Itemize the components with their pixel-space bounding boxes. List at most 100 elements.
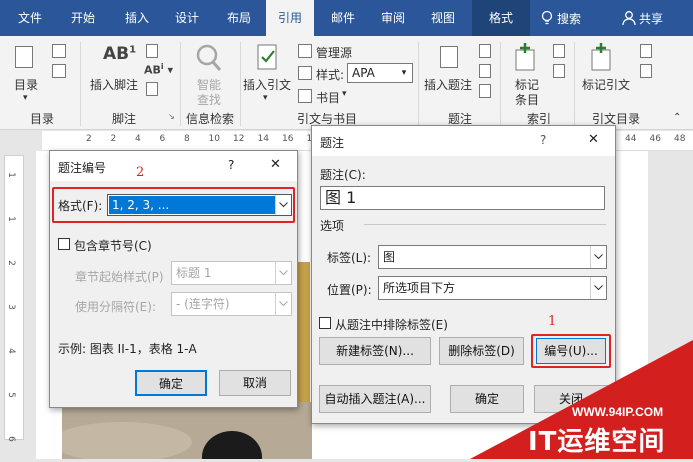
tab-view[interactable]: 视图 bbox=[420, 0, 466, 36]
ruler-tick-label: 48 bbox=[674, 134, 686, 144]
chapter-style-select[interactable]: 标题 1 bbox=[171, 261, 292, 285]
footnote-ab: AB bbox=[103, 44, 130, 64]
next-footnote-button[interactable]: ABi ▾ bbox=[144, 62, 173, 77]
ruler-tick-label: 6 bbox=[159, 134, 166, 144]
insert-table-of-authorities-icon[interactable] bbox=[640, 44, 652, 58]
caption-dialog-title: 题注 bbox=[320, 136, 345, 150]
bibliography-dropdown-icon[interactable]: ▾ bbox=[342, 89, 347, 99]
caption-input[interactable]: 图 1 bbox=[320, 186, 605, 210]
tab-layout[interactable]: 布局 bbox=[216, 0, 262, 36]
format-label: 格式(F): bbox=[58, 199, 103, 213]
update-index-icon[interactable] bbox=[553, 64, 565, 78]
chevron-down-icon[interactable] bbox=[275, 195, 291, 215]
position-select[interactable]: 所选项目下方 bbox=[378, 276, 607, 300]
watermark-url: WWW.94IP.COM bbox=[572, 405, 664, 419]
divider bbox=[80, 42, 81, 126]
insert-citation-button[interactable]: 插入引文 bbox=[243, 76, 291, 93]
help-button[interactable]: ? bbox=[228, 158, 234, 172]
ruler-tick-label: 10 bbox=[208, 134, 220, 144]
search-box[interactable]: 搜索 bbox=[540, 0, 581, 36]
autocaption-button[interactable]: 自动插入题注(A)... bbox=[319, 385, 431, 413]
tab-references[interactable]: 引用 bbox=[266, 0, 314, 36]
insert-index-icon[interactable] bbox=[553, 44, 565, 58]
search-label: 搜索 bbox=[557, 11, 582, 26]
smart-lookup-icon bbox=[196, 44, 222, 71]
insert-footnote-button[interactable]: 插入脚注 bbox=[90, 76, 138, 93]
vruler-tick-label: 2 bbox=[5, 260, 16, 266]
toc-button[interactable]: 目录 bbox=[14, 76, 38, 93]
manage-sources-icon bbox=[298, 44, 312, 58]
tab-file[interactable]: 文件 bbox=[8, 0, 52, 36]
mark-entry-button-line2: 条目 bbox=[515, 93, 540, 107]
bibliography-button[interactable]: 书目 bbox=[316, 89, 340, 106]
cross-reference-icon[interactable] bbox=[479, 84, 491, 98]
new-label-button[interactable]: 新建标签(N)... bbox=[319, 337, 431, 365]
insert-caption-icon bbox=[440, 46, 458, 68]
update-table-icon[interactable] bbox=[640, 64, 652, 78]
chevron-down-icon[interactable] bbox=[275, 293, 291, 315]
options-label: 选项 bbox=[320, 219, 345, 233]
mark-entry-icon bbox=[515, 43, 535, 71]
step-number-2: 2 bbox=[136, 165, 145, 180]
chevron-down-icon[interactable] bbox=[590, 246, 606, 268]
separator-label: 使用分隔符(E): bbox=[75, 300, 156, 314]
format-select[interactable]: 1, 2, 3, ... bbox=[107, 194, 292, 216]
tab-home[interactable]: 开始 bbox=[60, 0, 106, 36]
tab-insert[interactable]: 插入 bbox=[114, 0, 160, 36]
smart-lookup-button-line2: 查找 bbox=[197, 93, 222, 107]
include-chapter-checkbox[interactable] bbox=[58, 238, 70, 250]
style-label: 样式: bbox=[316, 68, 345, 82]
collapse-ribbon-icon[interactable]: ⌃ bbox=[673, 112, 681, 123]
insert-endnote-icon[interactable] bbox=[146, 44, 158, 58]
divider bbox=[574, 42, 575, 126]
toc-icon bbox=[15, 46, 33, 68]
tab-design[interactable]: 设计 bbox=[164, 0, 210, 36]
insert-table-of-figures-icon[interactable] bbox=[479, 44, 491, 58]
tab-review[interactable]: 审阅 bbox=[370, 0, 416, 36]
lightbulb-icon bbox=[541, 10, 553, 25]
mark-citation-icon bbox=[591, 43, 611, 71]
close-icon[interactable]: ✕ bbox=[588, 132, 599, 147]
tab-format[interactable]: 格式 bbox=[472, 0, 530, 36]
separator-select[interactable]: - (连字符) bbox=[171, 292, 292, 316]
close-icon[interactable]: ✕ bbox=[270, 157, 281, 172]
update-table-icon[interactable] bbox=[479, 64, 491, 78]
update-table-icon[interactable] bbox=[52, 64, 66, 78]
insert-footnote-icon: AB1 bbox=[103, 44, 136, 64]
exclude-label-checkbox[interactable] bbox=[319, 317, 331, 329]
vruler-tick-label: 3 bbox=[5, 304, 16, 310]
mark-citation-button[interactable]: 标记引文 bbox=[582, 76, 630, 93]
citation-style-select[interactable]: APA ▾ bbox=[347, 63, 413, 83]
chevron-down-icon: ▾ bbox=[401, 68, 407, 78]
help-button[interactable]: ? bbox=[540, 133, 546, 147]
document-image-bottom[interactable] bbox=[52, 402, 312, 462]
chevron-down-icon[interactable] bbox=[275, 262, 291, 284]
ruler-tick-label: 2 bbox=[86, 134, 92, 144]
show-notes-icon[interactable] bbox=[146, 82, 158, 96]
toc-dropdown-icon[interactable]: ▾ bbox=[23, 93, 28, 103]
vruler-tick-label: 1 bbox=[5, 216, 16, 222]
tab-mailings[interactable]: 邮件 bbox=[320, 0, 366, 36]
include-chapter-label: 包含章节号(C) bbox=[74, 239, 152, 253]
share-button[interactable]: 共享 bbox=[622, 0, 663, 36]
ruler-tick-label: 44 bbox=[625, 134, 637, 144]
position-select-value: 所选项目下方 bbox=[383, 281, 456, 295]
footnote-sup: 1 bbox=[129, 44, 137, 56]
label-select[interactable]: 图 bbox=[378, 245, 607, 269]
cancel-button[interactable]: 取消 bbox=[219, 370, 291, 396]
ok-button[interactable]: 确定 bbox=[135, 370, 207, 396]
document-image[interactable] bbox=[298, 262, 310, 402]
insert-citation-dropdown-icon[interactable]: ▾ bbox=[263, 93, 268, 103]
caption-dialog-titlebar bbox=[312, 126, 615, 156]
person-icon bbox=[622, 11, 636, 26]
chevron-down-icon[interactable] bbox=[590, 277, 606, 299]
group-label-research: 信息检索 bbox=[186, 112, 235, 126]
next-footnote-ab: AB bbox=[144, 63, 161, 77]
ruler-tick-label: 4 bbox=[135, 134, 141, 144]
insert-caption-button[interactable]: 插入题注 bbox=[424, 76, 472, 93]
dialog-launcher-icon[interactable]: ↘ bbox=[168, 112, 175, 121]
manage-sources-button[interactable]: 管理源 bbox=[316, 44, 352, 61]
bibliography-icon bbox=[298, 89, 312, 103]
insert-citation-icon bbox=[257, 44, 277, 70]
add-text-icon[interactable] bbox=[52, 44, 66, 58]
